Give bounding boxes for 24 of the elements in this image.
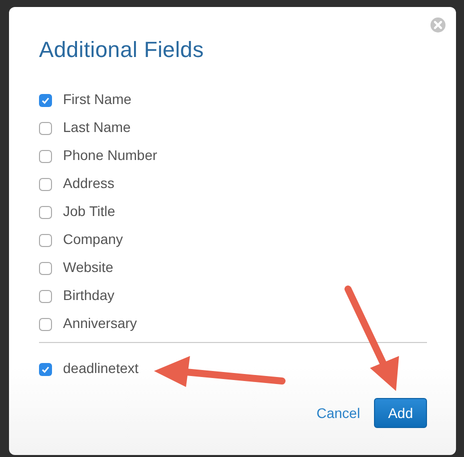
checkbox-label[interactable]: deadlinetext — [63, 360, 139, 376]
dialog-title: Additional Fields — [39, 37, 205, 63]
checkbox-label[interactable]: Company — [63, 231, 123, 247]
checkbox[interactable] — [39, 318, 52, 331]
checkbox[interactable] — [39, 262, 52, 275]
checkbox-label[interactable]: First Name — [63, 91, 132, 107]
checkbox-label[interactable]: Website — [63, 259, 114, 275]
checkbox-label[interactable]: Address — [63, 175, 114, 191]
checkbox[interactable] — [39, 94, 52, 107]
checkbox-label[interactable]: Phone Number — [63, 147, 158, 163]
checkbox[interactable] — [39, 206, 52, 219]
checkbox[interactable] — [39, 178, 52, 191]
checkbox-label[interactable]: Birthday — [63, 287, 114, 303]
checkbox[interactable] — [39, 363, 52, 376]
add-button[interactable]: Add — [374, 398, 427, 428]
checkbox-label[interactable]: Anniversary — [63, 315, 137, 331]
checkbox[interactable] — [39, 234, 52, 247]
checkbox[interactable] — [39, 122, 52, 135]
checkbox-label[interactable]: Last Name — [63, 119, 131, 135]
checkbox-label[interactable]: Job Title — [63, 203, 116, 219]
checkbox[interactable] — [39, 290, 52, 303]
close-icon[interactable] — [430, 17, 446, 33]
checkbox[interactable] — [39, 150, 52, 163]
cancel-link[interactable]: Cancel — [316, 405, 360, 421]
